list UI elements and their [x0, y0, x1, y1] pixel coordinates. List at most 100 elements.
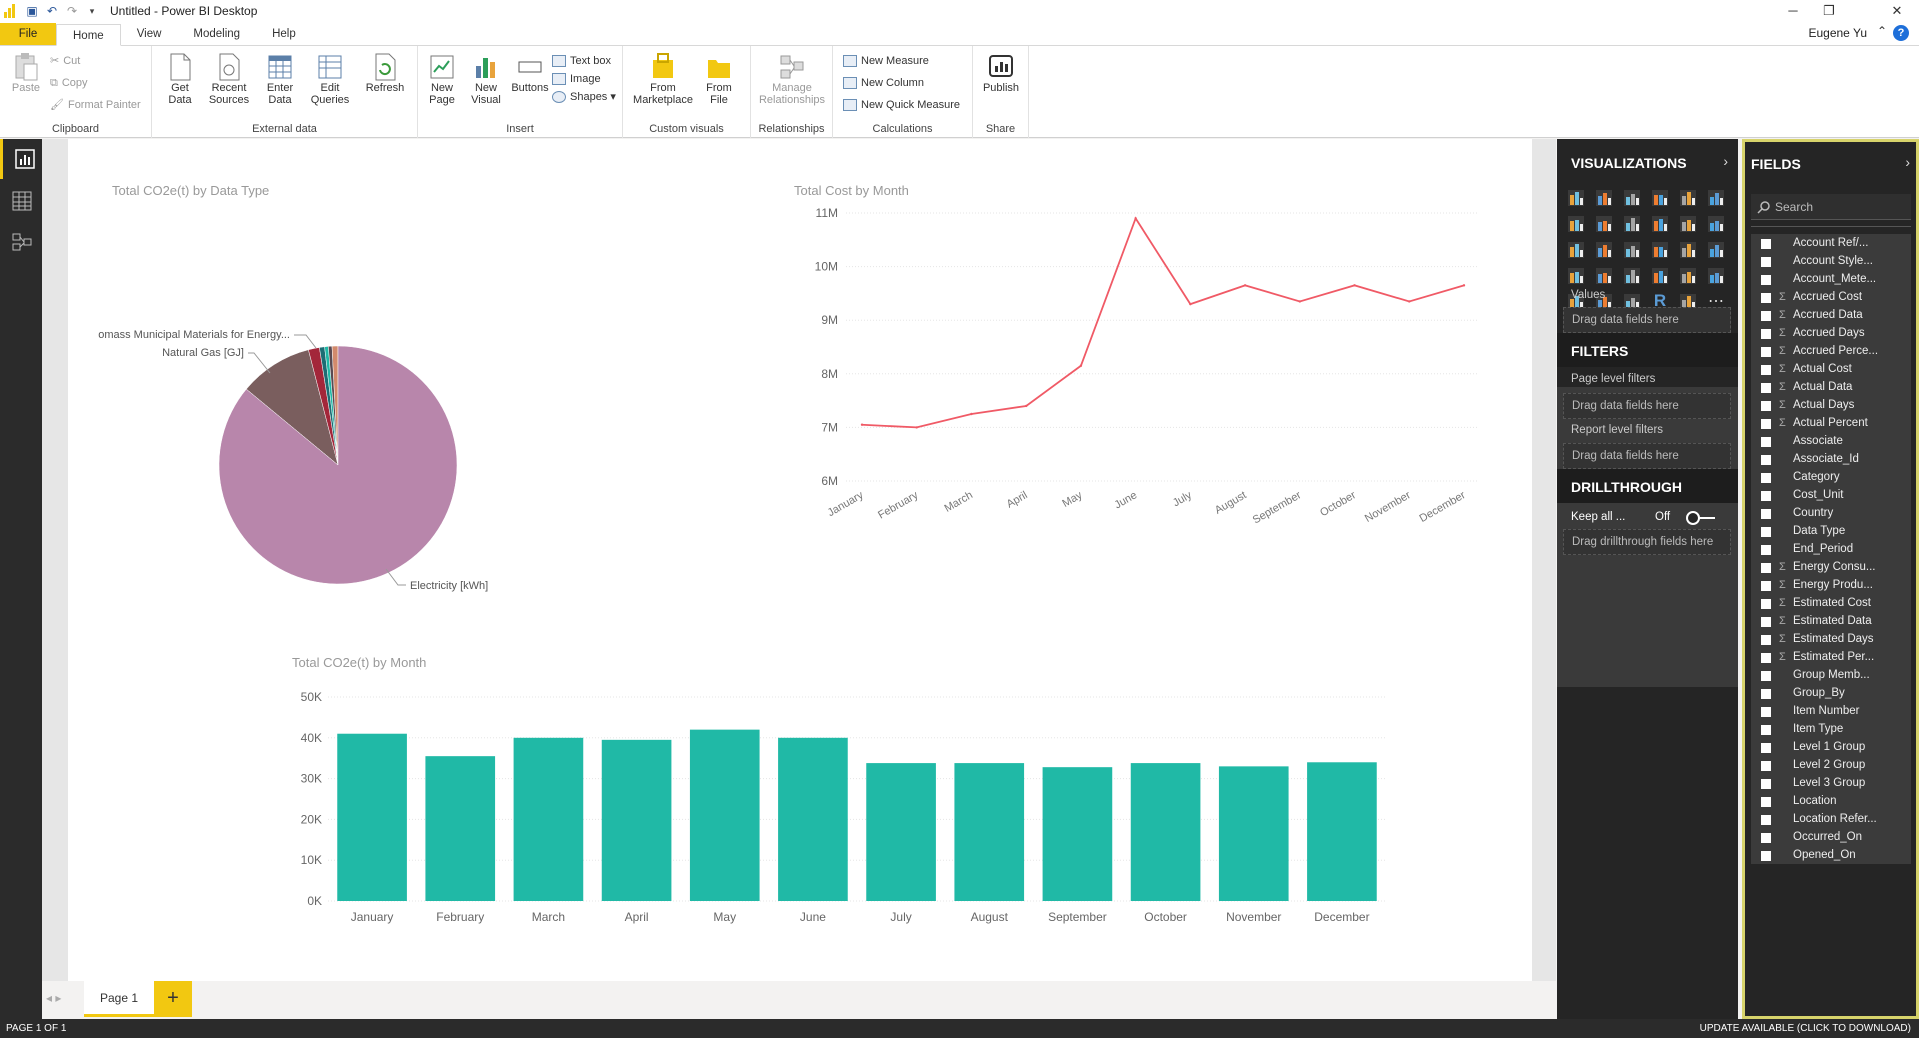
field-checkbox[interactable]: [1761, 725, 1771, 735]
edit-queries-button[interactable]: Edit Queries: [308, 52, 352, 106]
field-row[interactable]: Cost_Unit: [1751, 486, 1911, 506]
field-checkbox[interactable]: [1761, 275, 1771, 285]
donut-icon[interactable]: [1649, 239, 1671, 261]
100-bar-icon[interactable]: [1677, 187, 1699, 209]
field-checkbox[interactable]: [1761, 455, 1771, 465]
new-page-button[interactable]: New Page: [420, 52, 464, 106]
page-tab-page-1[interactable]: Page 1: [84, 981, 154, 1017]
field-row[interactable]: Category: [1751, 468, 1911, 488]
help-icon[interactable]: ?: [1893, 25, 1909, 41]
paste-button[interactable]: Paste: [4, 52, 48, 94]
new-column-button[interactable]: New Column: [843, 74, 924, 92]
field-row[interactable]: Σ Estimated Cost: [1751, 594, 1911, 614]
field-checkbox[interactable]: [1761, 437, 1771, 447]
buttons-button[interactable]: Buttons: [508, 52, 552, 94]
field-row[interactable]: Σ Actual Days: [1751, 396, 1911, 416]
field-checkbox[interactable]: [1761, 851, 1771, 861]
field-row[interactable]: Data Type: [1751, 522, 1911, 542]
shapes-button[interactable]: Shapes ▾: [552, 88, 616, 106]
filled-map-icon[interactable]: [1565, 265, 1587, 287]
copy-button[interactable]: ⧉ Copy: [50, 74, 88, 92]
field-row[interactable]: Occurred_On: [1751, 828, 1911, 848]
field-row[interactable]: Level 2 Group: [1751, 756, 1911, 776]
field-row[interactable]: Location: [1751, 792, 1911, 812]
kpi-icon[interactable]: [1705, 265, 1727, 287]
get-data-button[interactable]: Get Data: [158, 52, 202, 106]
values-drop-well[interactable]: Drag data fields here: [1563, 307, 1731, 333]
field-checkbox[interactable]: [1761, 671, 1771, 681]
scatter-icon[interactable]: [1593, 239, 1615, 261]
bar[interactable]: [954, 763, 1025, 901]
treemap-icon[interactable]: [1677, 239, 1699, 261]
field-row[interactable]: Σ Actual Percent: [1751, 414, 1911, 434]
model-view-button[interactable]: [0, 221, 42, 261]
field-checkbox[interactable]: [1761, 311, 1771, 321]
customize-toolbar-icon[interactable]: ▾: [84, 3, 100, 19]
bar[interactable]: [866, 763, 936, 901]
bar-chart[interactable]: 0K 10K 20K 30K 40K 50K January February March Apr…: [268, 669, 1488, 969]
field-checkbox[interactable]: [1761, 815, 1771, 825]
field-row[interactable]: Account_Mete...: [1751, 270, 1911, 290]
field-checkbox[interactable]: [1761, 257, 1771, 267]
close-icon[interactable]: ✕: [1875, 0, 1919, 22]
field-checkbox[interactable]: [1761, 635, 1771, 645]
field-row[interactable]: Group Memb...: [1751, 666, 1911, 686]
report-view-button[interactable]: [0, 139, 42, 179]
field-row[interactable]: Σ Accrued Data: [1751, 306, 1911, 326]
from-marketplace-button[interactable]: From Marketplace: [633, 52, 693, 106]
gauge-icon[interactable]: [1621, 265, 1643, 287]
table-header-row[interactable]: [1751, 226, 1911, 232]
field-row[interactable]: Country: [1751, 504, 1911, 524]
bar[interactable]: [513, 737, 584, 901]
field-checkbox[interactable]: [1761, 527, 1771, 537]
from-file-button[interactable]: From File: [697, 52, 741, 106]
restore-icon[interactable]: ❐: [1811, 0, 1847, 22]
data-view-button[interactable]: [0, 181, 42, 221]
clustered-bar-icon[interactable]: [1621, 187, 1643, 209]
bar[interactable]: [425, 756, 496, 901]
field-checkbox[interactable]: [1761, 779, 1771, 789]
field-checkbox[interactable]: [1761, 653, 1771, 663]
field-checkbox[interactable]: [1761, 401, 1771, 411]
card-icon[interactable]: [1649, 265, 1671, 287]
field-row[interactable]: Σ Estimated Per...: [1751, 648, 1911, 668]
field-checkbox[interactable]: [1761, 419, 1771, 429]
tab-file[interactable]: File: [0, 23, 56, 45]
line-stacked-column-icon[interactable]: [1677, 213, 1699, 235]
ribbon-chart-icon[interactable]: [1705, 213, 1727, 235]
user-name[interactable]: Eugene Yu: [1808, 26, 1867, 40]
publish-button[interactable]: Publish: [979, 52, 1023, 94]
field-checkbox[interactable]: [1761, 797, 1771, 807]
save-icon[interactable]: ▣: [24, 3, 40, 19]
field-checkbox[interactable]: [1761, 491, 1771, 501]
field-row[interactable]: Level 3 Group: [1751, 774, 1911, 794]
format-painter-button[interactable]: 🖌 Format Painter: [50, 96, 141, 114]
keep-all-toggle[interactable]: [1685, 510, 1717, 526]
page-filters-drop-well[interactable]: Drag data fields here: [1563, 393, 1731, 419]
tab-home[interactable]: Home: [56, 24, 121, 46]
field-checkbox[interactable]: [1761, 293, 1771, 303]
new-measure-button[interactable]: New Measure: [843, 52, 929, 70]
update-available-link[interactable]: UPDATE AVAILABLE (CLICK TO DOWNLOAD): [1700, 1019, 1911, 1038]
field-row[interactable]: Location Refer...: [1751, 810, 1911, 830]
field-checkbox[interactable]: [1761, 707, 1771, 717]
bar[interactable]: [1130, 763, 1201, 901]
line-chart-icon[interactable]: [1565, 213, 1587, 235]
add-page-button[interactable]: +: [154, 981, 192, 1017]
stacked-area-icon[interactable]: [1621, 213, 1643, 235]
field-checkbox[interactable]: [1761, 365, 1771, 375]
pie-icon[interactable]: [1621, 239, 1643, 261]
field-row[interactable]: Level 1 Group: [1751, 738, 1911, 758]
drillthrough-drop-well[interactable]: Drag drillthrough fields here: [1563, 529, 1731, 555]
field-row[interactable]: Item Type: [1751, 720, 1911, 740]
tab-modeling[interactable]: Modeling: [177, 23, 256, 45]
field-row[interactable]: Group_By: [1751, 684, 1911, 704]
enter-data-button[interactable]: Enter Data: [258, 52, 302, 106]
bar[interactable]: [778, 737, 848, 901]
field-checkbox[interactable]: [1761, 509, 1771, 519]
bar[interactable]: [1042, 767, 1113, 901]
field-checkbox[interactable]: [1761, 383, 1771, 393]
field-row[interactable]: Opened_On: [1751, 846, 1911, 866]
stacked-bar-icon[interactable]: [1565, 187, 1587, 209]
field-checkbox[interactable]: [1761, 239, 1771, 249]
